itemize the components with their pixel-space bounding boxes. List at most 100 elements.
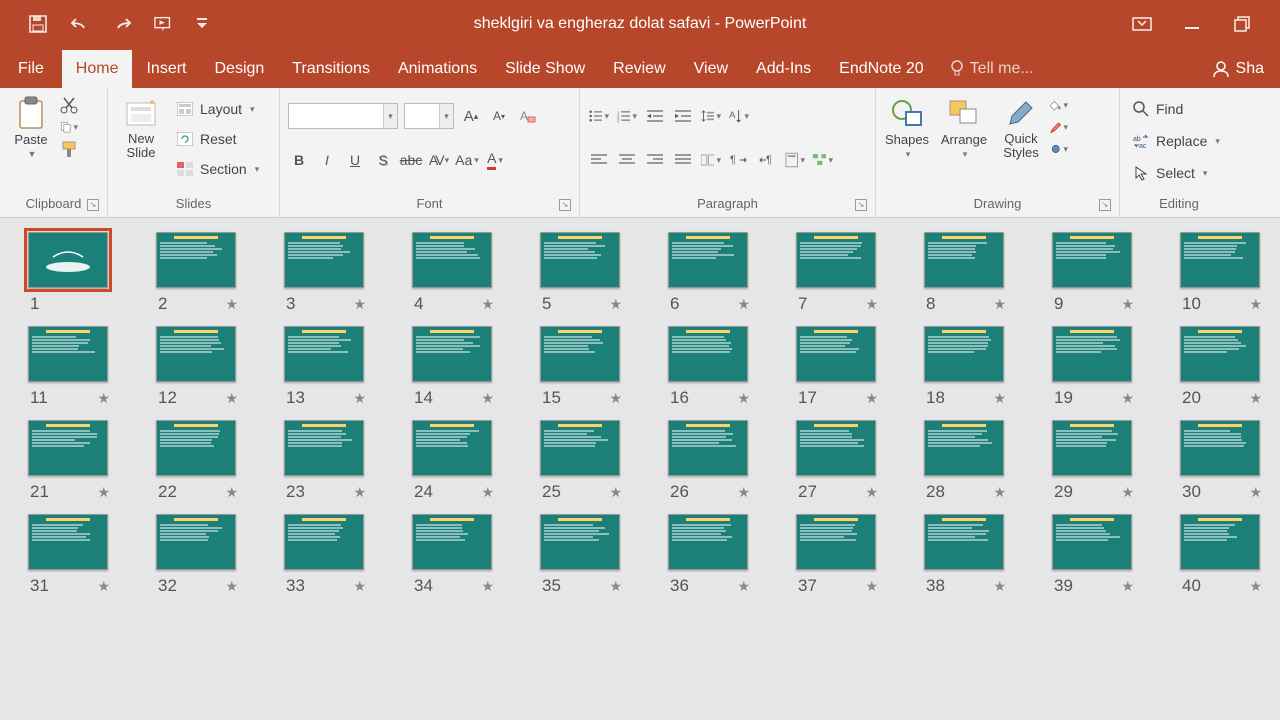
shape-effects-icon[interactable]: ▾ xyxy=(1050,140,1068,158)
new-slide-button[interactable]: New Slide xyxy=(116,92,166,161)
strikethrough-icon[interactable]: abc xyxy=(400,149,422,171)
tab-home[interactable]: Home xyxy=(62,50,133,88)
slide-thumbnail-40[interactable]: 40★ xyxy=(1180,514,1264,596)
ltr-icon[interactable]: ¶ xyxy=(728,149,750,171)
slide-thumbnail-34[interactable]: 34★ xyxy=(412,514,496,596)
slide-thumbnail-7[interactable]: 7★ xyxy=(796,232,880,314)
slide-thumbnail-16[interactable]: 16★ xyxy=(668,326,752,408)
line-spacing-icon[interactable]: ▾ xyxy=(700,105,722,127)
increase-font-icon[interactable]: A▴ xyxy=(460,105,482,127)
align-right-icon[interactable] xyxy=(644,149,666,171)
slide-thumbnail-20[interactable]: 20★ xyxy=(1180,326,1264,408)
font-family-input[interactable]: ▾ xyxy=(288,103,398,129)
slide-thumbnail-14[interactable]: 14★ xyxy=(412,326,496,408)
slide-thumbnail-24[interactable]: 24★ xyxy=(412,420,496,502)
tab-endnote[interactable]: EndNote 20 xyxy=(825,50,938,88)
slide-thumbnail-31[interactable]: 31★ xyxy=(28,514,112,596)
tab-view[interactable]: View xyxy=(680,50,742,88)
justify-icon[interactable] xyxy=(672,149,694,171)
slide-thumbnail-3[interactable]: 3★ xyxy=(284,232,368,314)
find-button[interactable]: Find xyxy=(1128,96,1224,122)
slide-thumbnail-15[interactable]: 15★ xyxy=(540,326,624,408)
tab-animations[interactable]: Animations xyxy=(384,50,491,88)
slide-thumbnail-18[interactable]: 18★ xyxy=(924,326,1008,408)
slide-thumbnail-33[interactable]: 33★ xyxy=(284,514,368,596)
replace-button[interactable]: abacReplace▾ xyxy=(1128,128,1224,154)
slide-thumbnail-32[interactable]: 32★ xyxy=(156,514,240,596)
clear-formatting-icon[interactable]: A xyxy=(516,105,538,127)
tab-slideshow[interactable]: Slide Show xyxy=(491,50,599,88)
align-center-icon[interactable] xyxy=(616,149,638,171)
tab-design[interactable]: Design xyxy=(200,50,278,88)
numbering-icon[interactable]: 123▾ xyxy=(616,105,638,127)
select-button[interactable]: Select▾ xyxy=(1128,160,1224,186)
dialog-launcher-icon[interactable]: ↘ xyxy=(559,199,571,211)
cut-icon[interactable] xyxy=(60,96,78,114)
slide-thumbnail-23[interactable]: 23★ xyxy=(284,420,368,502)
slide-thumbnail-19[interactable]: 19★ xyxy=(1052,326,1136,408)
minimize-icon[interactable] xyxy=(1182,14,1202,34)
shape-outline-icon[interactable]: ▾ xyxy=(1050,118,1068,136)
underline-icon[interactable]: U xyxy=(344,149,366,171)
character-spacing-icon[interactable]: AV▾ xyxy=(428,149,450,171)
slide-thumbnail-36[interactable]: 36★ xyxy=(668,514,752,596)
start-from-beginning-icon[interactable] xyxy=(154,14,174,34)
reset-button[interactable]: Reset xyxy=(172,126,263,152)
slide-thumbnail-30[interactable]: 30★ xyxy=(1180,420,1264,502)
smartart-icon[interactable]: ▾ xyxy=(812,149,834,171)
slide-thumbnail-2[interactable]: 2★ xyxy=(156,232,240,314)
paste-button[interactable]: Paste ▼ xyxy=(8,92,54,159)
increase-indent-icon[interactable] xyxy=(672,105,694,127)
qat-customize-icon[interactable] xyxy=(196,14,208,34)
slide-thumbnail-6[interactable]: 6★ xyxy=(668,232,752,314)
dialog-launcher-icon[interactable]: ↘ xyxy=(1099,199,1111,211)
decrease-indent-icon[interactable] xyxy=(644,105,666,127)
slide-thumbnail-38[interactable]: 38★ xyxy=(924,514,1008,596)
shadow-icon[interactable]: S xyxy=(372,149,394,171)
italic-icon[interactable]: I xyxy=(316,149,338,171)
restore-icon[interactable] xyxy=(1232,14,1252,34)
slide-thumbnail-27[interactable]: 27★ xyxy=(796,420,880,502)
tab-review[interactable]: Review xyxy=(599,50,679,88)
slide-thumbnail-26[interactable]: 26★ xyxy=(668,420,752,502)
slide-thumbnail-12[interactable]: 12★ xyxy=(156,326,240,408)
align-text-icon[interactable]: ▾ xyxy=(784,149,806,171)
slide-thumbnail-29[interactable]: 29★ xyxy=(1052,420,1136,502)
dialog-launcher-icon[interactable]: ↘ xyxy=(87,199,99,211)
arrange-button[interactable]: Arrange▾ xyxy=(936,92,992,160)
slide-thumbnail-35[interactable]: 35★ xyxy=(540,514,624,596)
slide-thumbnail-11[interactable]: 11★ xyxy=(28,326,112,408)
text-direction-icon[interactable]: A▾ xyxy=(728,105,750,127)
tab-transitions[interactable]: Transitions xyxy=(278,50,384,88)
font-color-icon[interactable]: A▾ xyxy=(484,149,506,171)
slide-thumbnail-1[interactable]: 1 xyxy=(28,232,112,314)
decrease-font-icon[interactable]: A▾ xyxy=(488,105,510,127)
section-button[interactable]: Section▾ xyxy=(172,156,263,182)
slide-thumbnail-9[interactable]: 9★ xyxy=(1052,232,1136,314)
copy-icon[interactable]: ▾ xyxy=(60,118,78,136)
slide-thumbnail-17[interactable]: 17★ xyxy=(796,326,880,408)
slide-thumbnail-21[interactable]: 21★ xyxy=(28,420,112,502)
ribbon-options-icon[interactable] xyxy=(1132,14,1152,34)
save-icon[interactable] xyxy=(28,14,48,34)
change-case-icon[interactable]: Aa▾ xyxy=(456,149,478,171)
slide-sorter[interactable]: 12★3★4★5★6★7★8★9★10★11★12★13★14★15★16★17… xyxy=(0,218,1280,720)
slide-thumbnail-4[interactable]: 4★ xyxy=(412,232,496,314)
redo-icon[interactable] xyxy=(112,14,132,34)
layout-button[interactable]: Layout▾ xyxy=(172,96,263,122)
tab-file[interactable]: File xyxy=(0,50,62,88)
slide-thumbnail-25[interactable]: 25★ xyxy=(540,420,624,502)
bold-icon[interactable]: B xyxy=(288,149,310,171)
quick-styles-button[interactable]: Quick Styles xyxy=(998,92,1044,161)
shape-fill-icon[interactable]: ▾ xyxy=(1050,96,1068,114)
slide-thumbnail-22[interactable]: 22★ xyxy=(156,420,240,502)
slide-thumbnail-28[interactable]: 28★ xyxy=(924,420,1008,502)
format-painter-icon[interactable] xyxy=(60,140,78,158)
undo-icon[interactable] xyxy=(70,14,90,34)
slide-thumbnail-13[interactable]: 13★ xyxy=(284,326,368,408)
slide-thumbnail-37[interactable]: 37★ xyxy=(796,514,880,596)
bullets-icon[interactable]: ▾ xyxy=(588,105,610,127)
tab-addins[interactable]: Add-Ins xyxy=(742,50,825,88)
dialog-launcher-icon[interactable]: ↘ xyxy=(855,199,867,211)
slide-thumbnail-10[interactable]: 10★ xyxy=(1180,232,1264,314)
